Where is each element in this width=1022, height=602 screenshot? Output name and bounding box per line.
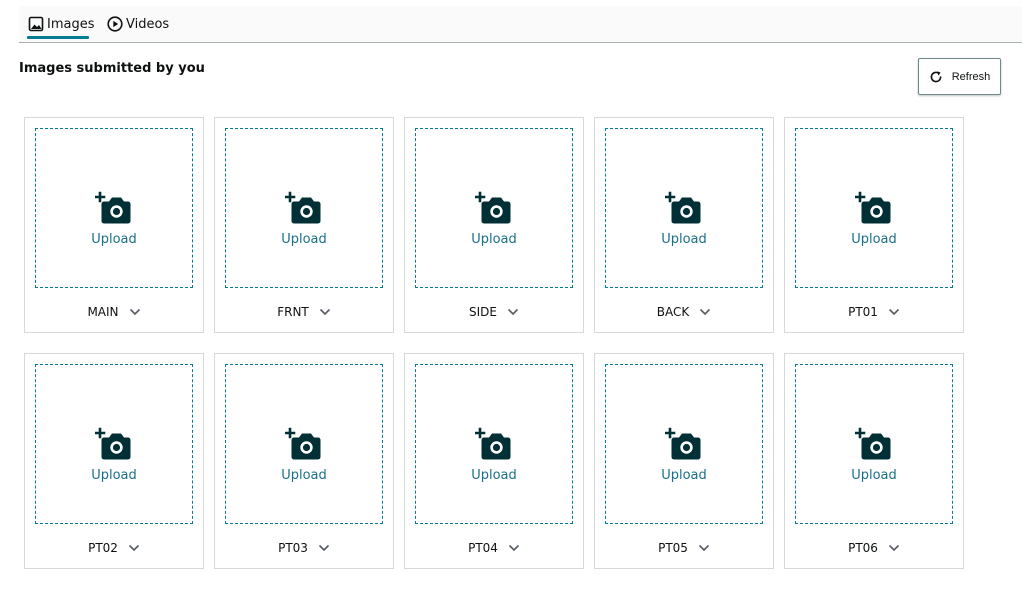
add-camera-icon (95, 427, 131, 460)
upload-label: Upload (851, 468, 897, 483)
chevron-down-icon (129, 308, 141, 316)
image-slot-card: Upload SIDE (404, 117, 584, 333)
upload-label: Upload (91, 468, 137, 483)
play-circle-icon (107, 16, 123, 32)
variant-selector[interactable]: MAIN (25, 303, 203, 321)
image-slot-card: Upload BACK (594, 117, 774, 333)
variant-label: FRNT (277, 305, 309, 319)
add-camera-icon (855, 191, 891, 224)
refresh-button[interactable]: Refresh (918, 58, 1001, 95)
image-slot-card: Upload PT05 (594, 353, 774, 569)
upload-label: Upload (851, 232, 897, 247)
add-camera-icon (95, 191, 131, 224)
add-camera-icon (285, 191, 321, 224)
chevron-down-icon (888, 544, 900, 552)
tab-images-label: Images (47, 16, 95, 32)
add-camera-icon (665, 427, 701, 460)
variant-selector[interactable]: PT01 (785, 303, 963, 321)
chevron-down-icon (888, 308, 900, 316)
add-camera-icon (285, 427, 321, 460)
variant-label: PT03 (278, 541, 308, 555)
refresh-button-label: Refresh (951, 70, 991, 83)
variant-selector[interactable]: PT02 (25, 539, 203, 557)
variant-label: PT02 (88, 541, 118, 555)
upload-dropzone[interactable]: Upload (795, 364, 953, 524)
variant-selector[interactable]: PT06 (785, 539, 963, 557)
upload-dropzone[interactable]: Upload (605, 364, 763, 524)
add-camera-icon (855, 427, 891, 460)
image-slot-card: Upload FRNT (214, 117, 394, 333)
image-slot-card: Upload PT02 (24, 353, 204, 569)
variant-selector[interactable]: PT04 (405, 539, 583, 557)
variant-label: PT05 (658, 541, 688, 555)
refresh-icon (929, 70, 943, 84)
upload-dropzone[interactable]: Upload (605, 128, 763, 288)
chevron-down-icon (507, 308, 519, 316)
variant-label: PT01 (848, 305, 878, 319)
image-icon (28, 16, 44, 32)
image-slot-grid: Upload MAIN Upload FRNT Upload SIDE Uplo… (24, 117, 974, 569)
upload-label: Upload (91, 232, 137, 247)
variant-label: BACK (656, 305, 690, 319)
chevron-down-icon (699, 308, 711, 316)
image-slot-card: Upload PT06 (784, 353, 964, 569)
upload-label: Upload (281, 468, 327, 483)
section-title: Images submitted by you (19, 61, 205, 76)
add-camera-icon (665, 191, 701, 224)
variant-label: SIDE (469, 305, 497, 319)
tab-videos[interactable]: Videos (107, 6, 169, 42)
image-slot-card: Upload PT01 (784, 117, 964, 333)
variant-selector[interactable]: BACK (595, 303, 773, 321)
tab-videos-label: Videos (126, 16, 170, 32)
variant-label: PT06 (848, 541, 878, 555)
add-camera-icon (475, 191, 511, 224)
active-tab-indicator (27, 36, 89, 39)
variant-label: MAIN (87, 305, 119, 319)
chevron-down-icon (698, 544, 710, 552)
image-slot-card: Upload PT03 (214, 353, 394, 569)
upload-label: Upload (661, 468, 707, 483)
chevron-down-icon (128, 544, 140, 552)
chevron-down-icon (508, 544, 520, 552)
variant-selector[interactable]: PT03 (215, 539, 393, 557)
upload-label: Upload (661, 232, 707, 247)
media-tab-bar: Images Videos (19, 6, 1022, 43)
image-slot-card: Upload MAIN (24, 117, 204, 333)
variant-selector[interactable]: FRNT (215, 303, 393, 321)
variant-selector[interactable]: SIDE (405, 303, 583, 321)
upload-dropzone[interactable]: Upload (225, 128, 383, 288)
upload-label: Upload (471, 468, 517, 483)
upload-dropzone[interactable]: Upload (35, 128, 193, 288)
chevron-down-icon (319, 308, 331, 316)
variant-label: PT04 (468, 541, 498, 555)
variant-selector[interactable]: PT05 (595, 539, 773, 557)
upload-dropzone[interactable]: Upload (795, 128, 953, 288)
upload-dropzone[interactable]: Upload (225, 364, 383, 524)
upload-dropzone[interactable]: Upload (415, 364, 573, 524)
image-slot-card: Upload PT04 (404, 353, 584, 569)
chevron-down-icon (318, 544, 330, 552)
upload-label: Upload (471, 232, 517, 247)
upload-dropzone[interactable]: Upload (415, 128, 573, 288)
upload-dropzone[interactable]: Upload (35, 364, 193, 524)
add-camera-icon (475, 427, 511, 460)
upload-label: Upload (281, 232, 327, 247)
